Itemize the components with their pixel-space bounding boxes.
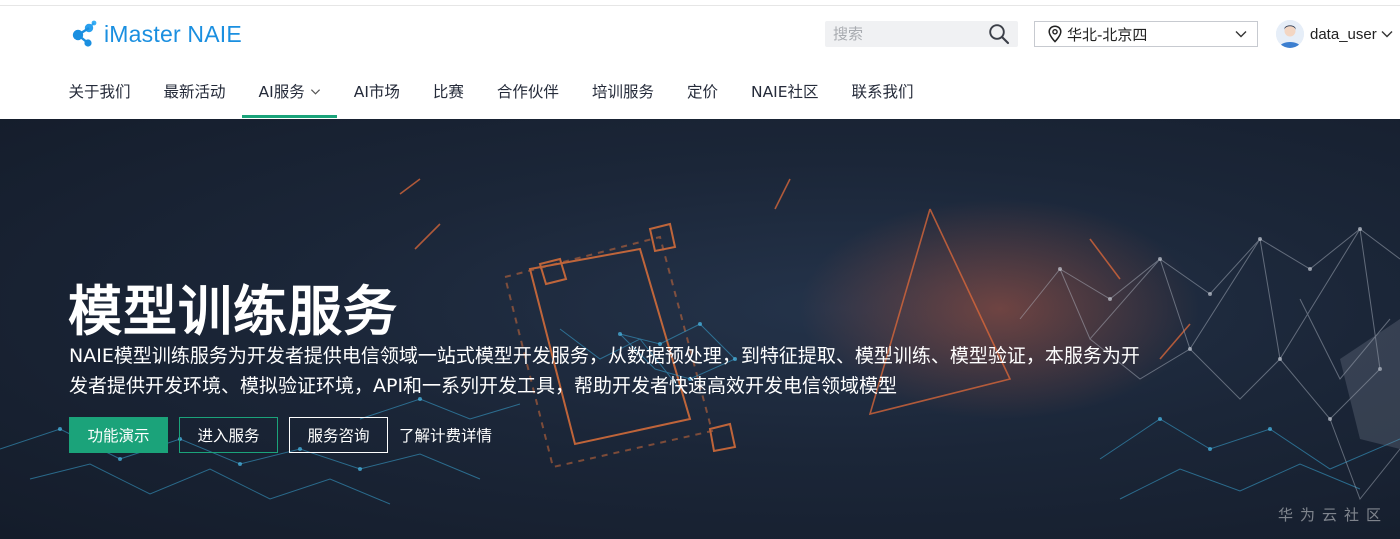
nav-item-label: 最新活动	[163, 83, 226, 101]
demo-button[interactable]: 功能演示	[69, 416, 168, 453]
nav-item-contact[interactable]: 联系我们	[835, 64, 930, 118]
hero-banner: 模型训练服务 NAIE模型训练服务为开发者提供电信领域一站式模型开发服务，从数据…	[0, 119, 1400, 539]
user-menu[interactable]: data_user	[1276, 19, 1393, 49]
username: data_user	[1310, 25, 1377, 43]
hero-actions: 功能演示 进入服务 服务咨询 了解计费详情	[69, 416, 492, 453]
nav-item-label: 联系我们	[851, 83, 914, 101]
nav-item-competitions[interactable]: 比赛	[416, 64, 480, 118]
avatar	[1276, 20, 1304, 48]
watermark: 华为云社区	[1277, 506, 1388, 524]
nav-item-label: AI服务	[258, 83, 305, 101]
enter-service-button[interactable]: 进入服务	[179, 416, 278, 453]
naie-logo-icon	[72, 20, 97, 47]
hero-description: NAIE模型训练服务为开发者提供电信领域一站式模型开发服务，从数据预处理，到特征…	[69, 345, 1140, 397]
nav-item-partners[interactable]: 合作伙伴	[480, 64, 575, 118]
nav-item-label: 关于我们	[68, 83, 131, 101]
nav-item-training[interactable]: 培训服务	[575, 64, 670, 118]
chevron-down-icon	[1381, 31, 1393, 38]
pricing-details-link[interactable]: 了解计费详情	[399, 424, 492, 446]
nav-item-ai-services[interactable]: AI服务	[242, 64, 338, 118]
hero-title: 模型训练服务	[68, 280, 398, 343]
nav-item-community[interactable]: NAIE社区	[734, 64, 835, 118]
nav-item-label: NAIE社区	[750, 83, 819, 101]
nav-item-label: AI市场	[353, 83, 400, 101]
location-pin-icon	[1048, 25, 1062, 43]
nav-item-pricing[interactable]: 定价	[670, 64, 734, 118]
nav-item-about[interactable]: 关于我们	[52, 64, 147, 118]
nav-item-ai-market[interactable]: AI市场	[337, 64, 416, 118]
service-consult-button[interactable]: 服务咨询	[289, 416, 388, 453]
search-icon[interactable]	[988, 23, 1010, 45]
region-label: 华北-北京四	[1067, 25, 1148, 44]
region-selector[interactable]: 华北-北京四	[1034, 21, 1258, 47]
chevron-down-icon	[310, 88, 320, 95]
logo-text: iMaster NAIE	[104, 20, 242, 47]
user-avatar-icon	[1276, 20, 1304, 48]
main-nav: 关于我们 最新活动 AI服务 AI市场 比赛 合作伙伴 培训服务 定价 NAIE…	[52, 64, 930, 118]
nav-item-events[interactable]: 最新活动	[147, 64, 242, 118]
nav-item-label: 合作伙伴	[496, 83, 559, 101]
chevron-down-icon	[1235, 31, 1247, 38]
logo[interactable]: iMaster NAIE	[70, 18, 242, 50]
site-header: iMaster NAIE 华北-北京四 data_user	[0, 6, 1400, 118]
nav-item-label: 培训服务	[591, 83, 654, 101]
nav-item-label: 定价	[686, 83, 718, 101]
nav-item-label: 比赛	[432, 83, 464, 101]
search-input[interactable]	[825, 21, 975, 47]
search-box	[825, 21, 1018, 47]
